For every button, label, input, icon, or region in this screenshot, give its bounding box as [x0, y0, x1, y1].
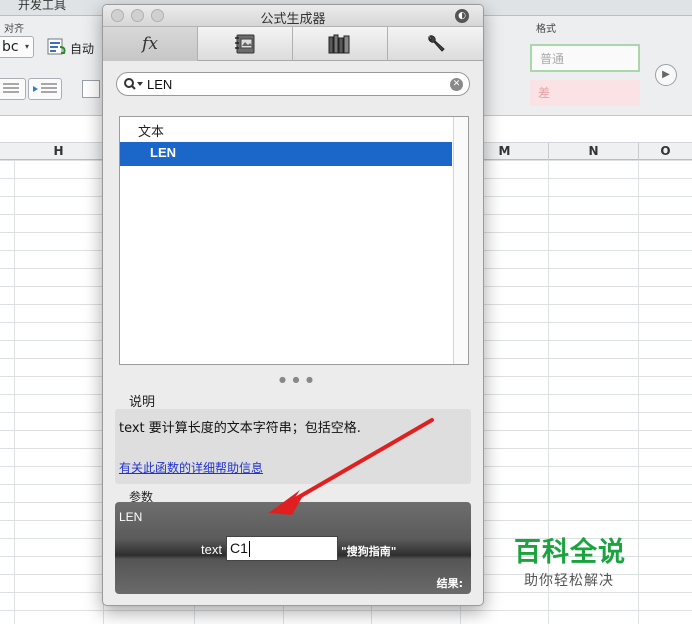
text-caret [248, 541, 250, 558]
description-text: text 要计算长度的文本字符串；包括空格. [119, 421, 361, 436]
tab-settings[interactable] [388, 27, 483, 61]
argument-input-value: C1 [230, 540, 248, 556]
alignment-group-label: 对齐 [4, 24, 24, 35]
tab-formula-library[interactable] [198, 27, 293, 61]
list-category-label: 文本 [138, 125, 165, 140]
play-icon[interactable]: ▶ [655, 64, 677, 86]
result-label: 结果: [436, 577, 463, 590]
wrap-text-icon[interactable] [46, 36, 68, 58]
text-orientation-label: bc [2, 39, 19, 55]
indent-icon [33, 83, 57, 93]
watermark-title: 百科全说 [514, 537, 626, 568]
tab-function-library[interactable] [293, 27, 388, 61]
argument-input[interactable]: C1 [226, 536, 338, 561]
column-header-o[interactable]: O [639, 143, 692, 160]
chevron-down-icon: ▾ [25, 42, 30, 51]
style-normal[interactable]: 普通 [530, 44, 640, 72]
text-orientation-button[interactable]: bc ▾ [0, 36, 34, 58]
tab-developer-tools[interactable]: 开发工具 [18, 0, 66, 13]
argument-evaluated-value: "搜狗指南" [341, 545, 397, 558]
alignment-group: 对齐 bc ▾ 自动 [0, 18, 108, 116]
merge-cells-icon[interactable] [82, 80, 100, 98]
notebook-icon [235, 34, 255, 54]
decrease-indent-button[interactable] [0, 78, 26, 100]
description-panel: text 要计算长度的文本字符串；包括空格. 有关此函数的详细帮助信息 [115, 409, 471, 484]
auto-wrap-label: 自动 [70, 42, 95, 56]
help-link[interactable]: 有关此函数的详细帮助信息 [119, 459, 263, 476]
format-group-label: 格式 [536, 24, 556, 35]
list-item-label: LEN [150, 145, 176, 160]
column-header-h[interactable]: H [14, 143, 104, 160]
toolbar-toggle-icon[interactable]: ◐ [455, 9, 469, 23]
window-title: 公式生成器 [260, 12, 326, 27]
argument-label: text [201, 542, 222, 557]
column-header-n[interactable]: N [549, 143, 639, 160]
clear-search-icon[interactable]: ✕ [450, 78, 463, 91]
books-icon [328, 34, 350, 54]
search-icon[interactable] [123, 76, 145, 92]
increase-indent-button[interactable] [28, 78, 62, 100]
arguments-panel: LEN text C1 "搜狗指南" 结果: [115, 502, 471, 594]
fx-icon: fx [142, 34, 158, 54]
list-item[interactable]: LEN [120, 142, 452, 166]
argument-function-name: LEN [119, 510, 143, 524]
tab-formula-builder[interactable]: fx [103, 27, 198, 61]
list-scrollbar[interactable] [453, 117, 468, 364]
function-search-box[interactable]: ✕ [116, 72, 470, 96]
outdent-icon [3, 83, 19, 93]
formula-builder-tabs: fx [103, 27, 483, 61]
title-bar[interactable]: 公式生成器 ◐ [103, 5, 483, 27]
search-input[interactable] [147, 75, 447, 93]
wrench-icon [427, 35, 445, 52]
formula-builder-window: 公式生成器 ◐ fx LEN ✕ 文本 LEN ● ● ● 说明 text 要计… [102, 4, 484, 606]
function-list: 文本 LEN [119, 116, 469, 365]
style-bad[interactable]: 差 [530, 80, 640, 106]
splitter-handle[interactable]: ● ● ● [279, 375, 315, 384]
watermark-subtitle: 助你轻松解决 [524, 573, 614, 589]
description-heading: 说明 [129, 395, 156, 410]
